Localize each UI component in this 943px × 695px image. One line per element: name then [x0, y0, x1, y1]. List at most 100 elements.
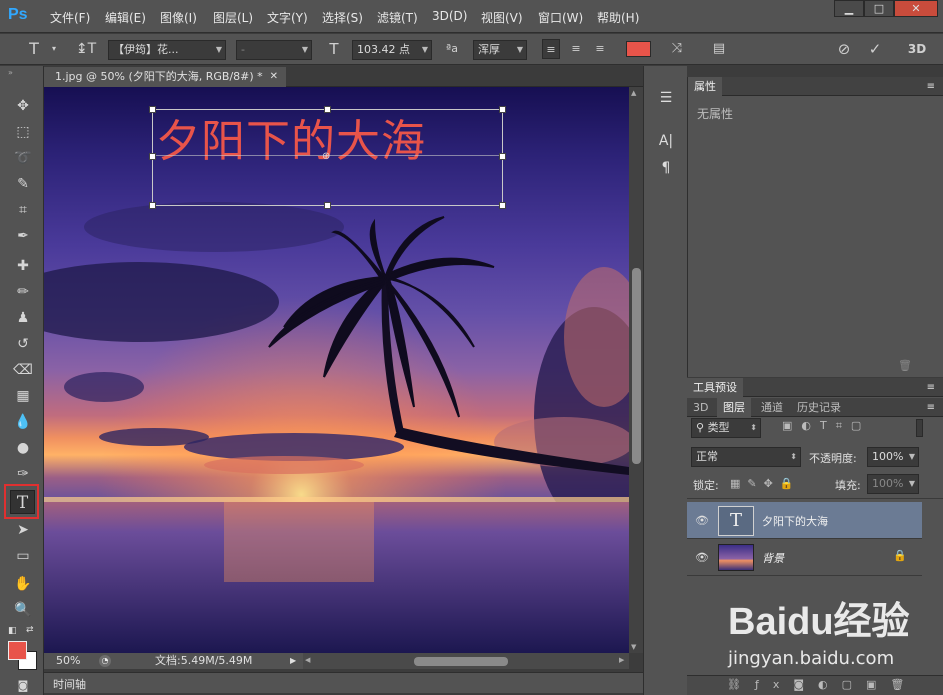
rectangle-tool-icon[interactable]: ▭ [12, 546, 34, 566]
transform-handle[interactable] [149, 153, 156, 160]
character-panel-icon[interactable]: ▤ [709, 39, 729, 59]
quick-mask-icon[interactable]: ◙ [12, 676, 34, 695]
scroll-down-icon[interactable]: ▼ [631, 643, 636, 651]
opacity-input[interactable]: 100% ▼ [867, 447, 919, 467]
maximize-button[interactable]: □ [864, 0, 894, 17]
hand-tool-icon[interactable]: ✋ [12, 574, 34, 594]
close-window-button[interactable]: ✕ [894, 0, 938, 17]
transform-handle[interactable] [324, 202, 331, 209]
layer-name[interactable]: 背景 [762, 550, 784, 566]
transform-handle[interactable] [499, 202, 506, 209]
gradient-tool-icon[interactable]: ▦ [12, 386, 34, 406]
warp-text-icon[interactable]: ⤨ [668, 39, 686, 59]
antialias-select[interactable]: 浑厚 ▼ [473, 40, 527, 60]
healing-brush-tool-icon[interactable]: ✚ [12, 256, 34, 276]
tab-3d[interactable]: 3D [687, 398, 714, 417]
panel-collapse-icon[interactable]: » [8, 69, 36, 77]
layer-row-text[interactable]: 👁 T 夕阳下的大海 [687, 502, 922, 539]
filter-toggle-switch[interactable] [916, 419, 923, 437]
font-family-select[interactable]: 【伊筠】花... ▼ [108, 40, 226, 60]
menu-edit[interactable]: 编辑(E) [105, 9, 146, 26]
status-menu-arrow-icon[interactable]: ▶ [290, 653, 296, 669]
transform-handle[interactable] [149, 202, 156, 209]
menu-image[interactable]: 图像(I) [160, 9, 197, 26]
menu-help[interactable]: 帮助(H) [597, 9, 639, 26]
layer-name[interactable]: 夕阳下的大海 [762, 513, 828, 529]
fill-input[interactable]: 100% ▼ [867, 474, 919, 494]
dodge-tool-icon[interactable]: ● [12, 438, 34, 458]
type-tool-preset-icon[interactable]: T [22, 39, 46, 59]
swap-colors-icon[interactable]: ⇄ [26, 625, 36, 635]
cancel-icon[interactable]: ⊘ [835, 39, 853, 59]
properties-tab[interactable]: 属性 [688, 77, 722, 96]
layer-filter-icons[interactable]: ▣◐T⌗▢ [782, 419, 902, 437]
tool-presets-tab[interactable]: 工具预设 [687, 378, 743, 397]
path-selection-tool-icon[interactable]: ➤ [12, 520, 34, 540]
transform-handle[interactable] [149, 106, 156, 113]
chevron-down-icon[interactable]: ▾ [49, 39, 59, 59]
tab-channels[interactable]: 通道 [755, 398, 789, 417]
3d-button[interactable]: 3D [905, 39, 929, 59]
canvas-area[interactable]: 夕阳下的大海 ⊕ [44, 87, 629, 653]
menu-select[interactable]: 选择(S) [322, 9, 363, 26]
eyedropper-tool-icon[interactable]: ✒ [12, 226, 34, 246]
menu-3d[interactable]: 3D(D) [432, 9, 467, 23]
transform-handle[interactable] [499, 153, 506, 160]
font-style-select[interactable]: - ▼ [236, 40, 312, 60]
zoom-tool-icon[interactable]: 🔍 [12, 600, 34, 620]
layer-footer-icons[interactable]: ⛓ƒx◙◐▢▣🗑 [727, 678, 918, 691]
scroll-right-icon[interactable]: ▶ [619, 656, 624, 664]
eraser-tool-icon[interactable]: ⌫ [12, 360, 34, 380]
align-left-icon[interactable]: ≡ [542, 39, 560, 59]
font-size-input[interactable]: 103.42 点 ▼ [352, 40, 432, 60]
document-tab[interactable]: 1.jpg @ 50% (夕阳下的大海, RGB/8#) * ✕ [44, 67, 286, 87]
tab-layers[interactable]: 图层 [717, 398, 751, 417]
menu-file[interactable]: 文件(F) [50, 9, 90, 26]
trash-icon[interactable]: 🗑 [898, 359, 912, 372]
move-tool-icon[interactable]: ✥ [12, 96, 34, 116]
type-tool-icon[interactable]: T [10, 490, 35, 514]
panel-menu-icon[interactable]: ≡ [927, 398, 935, 417]
align-right-icon[interactable]: ≡ [591, 39, 609, 59]
foreground-color-swatch[interactable] [8, 641, 27, 660]
character-panel-icon[interactable]: A| [656, 133, 676, 153]
commit-check-icon[interactable]: ✓ [866, 39, 884, 59]
panel-menu-icon[interactable]: ≡ [927, 378, 935, 397]
menu-view[interactable]: 视图(V) [481, 9, 523, 26]
menu-layer[interactable]: 图层(L) [213, 9, 253, 26]
reference-point-icon[interactable]: ⊕ [322, 152, 332, 162]
vertical-scroll-thumb[interactable] [632, 268, 641, 464]
pen-tool-icon[interactable]: ✑ [12, 464, 34, 484]
zoom-level[interactable]: 50% [56, 653, 80, 669]
quick-select-tool-icon[interactable]: ✎ [12, 174, 34, 194]
text-color-swatch[interactable] [626, 41, 651, 57]
lock-icons[interactable]: ▦✎✥🔒 [730, 477, 801, 490]
panel-menu-icon[interactable]: ≡ [927, 77, 935, 96]
align-center-icon[interactable]: ≡ [567, 39, 585, 59]
close-icon[interactable]: ✕ [270, 67, 278, 87]
horizontal-scroll-thumb[interactable] [414, 657, 508, 666]
layer-row-background[interactable]: 👁 背景 🔒 [687, 539, 922, 576]
minimize-button[interactable]: ▁ [834, 0, 864, 17]
crop-tool-icon[interactable]: ⌗ [12, 200, 34, 220]
visibility-eye-icon[interactable]: 👁 [695, 502, 709, 539]
tab-history[interactable]: 历史记录 [791, 398, 847, 417]
paragraph-panel-icon[interactable]: ¶ [656, 160, 676, 180]
marquee-tool-icon[interactable]: ⬚ [12, 122, 34, 142]
default-colors-icon[interactable]: ◧ [8, 626, 18, 636]
clone-stamp-tool-icon[interactable]: ♟ [12, 308, 34, 328]
text-layer-content[interactable]: 夕阳下的大海 [156, 109, 501, 179]
menu-filter[interactable]: 滤镜(T) [377, 9, 418, 26]
scroll-up-icon[interactable]: ▲ [631, 89, 636, 97]
scroll-left-icon[interactable]: ◀ [305, 656, 310, 664]
document-canvas[interactable]: 夕阳下的大海 ⊕ [44, 87, 629, 653]
blur-tool-icon[interactable]: 💧 [12, 412, 34, 432]
blend-mode-select[interactable]: 正常 ⬍ [691, 447, 801, 467]
brush-tool-icon[interactable]: ✏ [12, 282, 34, 302]
menu-type[interactable]: 文字(Y) [267, 9, 308, 26]
status-info-icon[interactable]: ◔ [99, 655, 111, 667]
transform-handle[interactable] [324, 106, 331, 113]
text-orientation-icon[interactable]: ↨T [74, 39, 98, 59]
lasso-tool-icon[interactable]: ➰ [12, 148, 34, 168]
timeline-label[interactable]: 时间轴 [53, 676, 86, 692]
